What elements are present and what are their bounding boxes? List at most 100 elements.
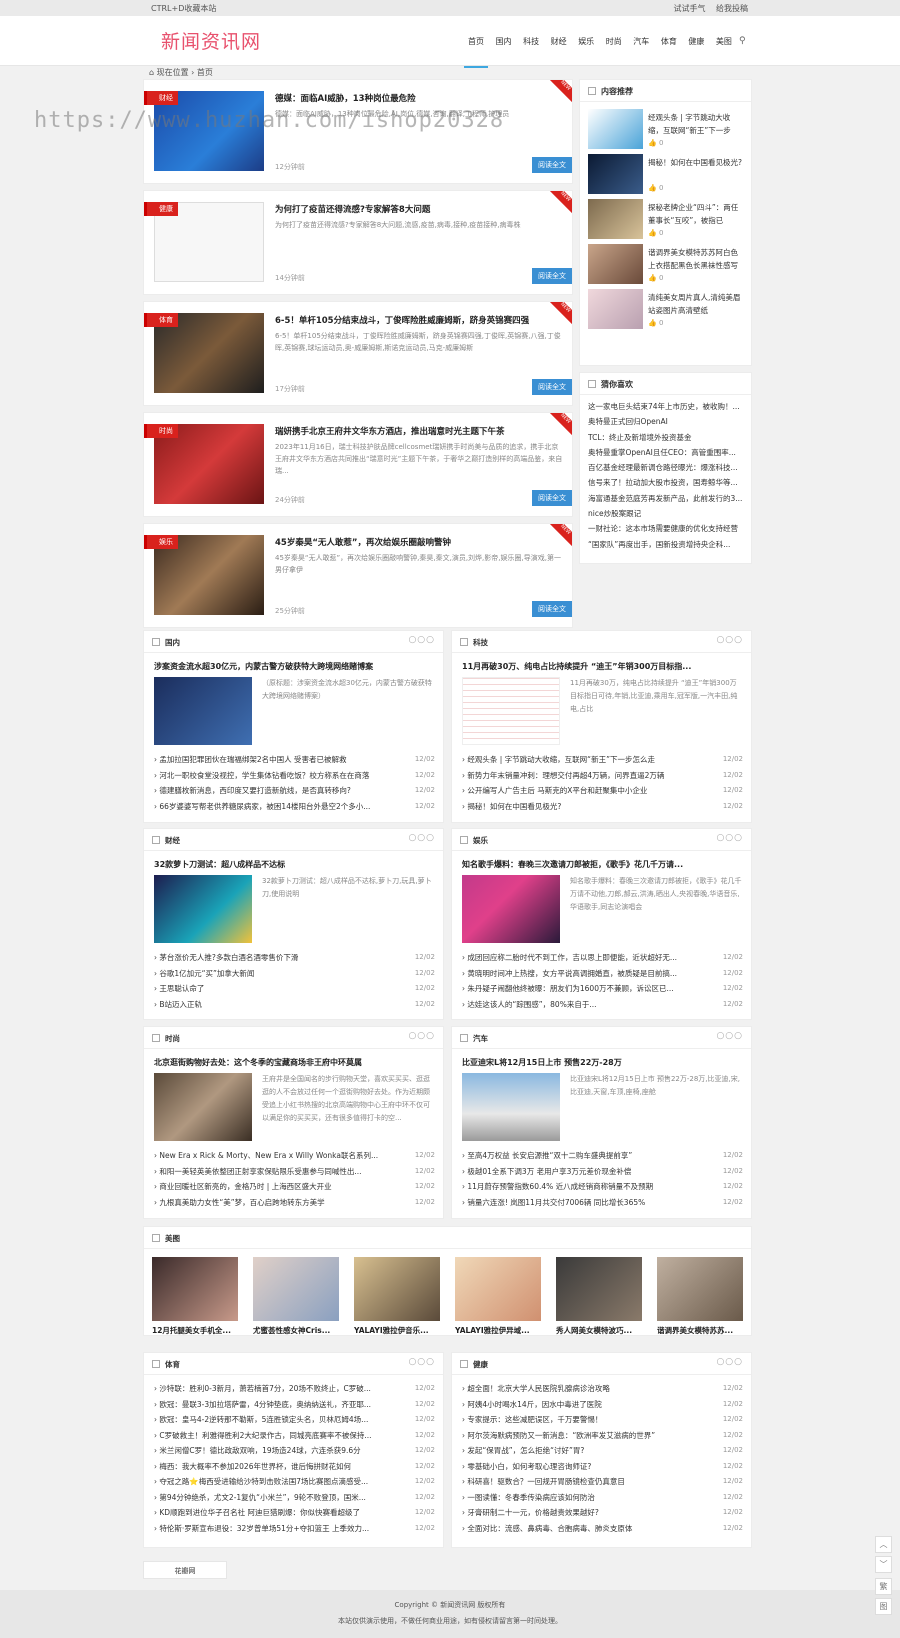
photo-thumbnail[interactable]: [455, 1257, 541, 1321]
photo-item[interactable]: 12月托腿美女手机全...: [152, 1257, 238, 1336]
article-title[interactable]: 德媒：面临AI威胁，13种岗位最危险: [275, 92, 565, 104]
list-item[interactable]: › 公开编写人广告主后 马斯克的X平台和赶聚集中小企业 12/02: [462, 783, 743, 799]
featured-thumbnail[interactable]: [154, 1073, 252, 1141]
rec-item[interactable]: 清纯美女周片真人,清纯美眉站姿图片高清壁纸 👍 0: [588, 289, 743, 329]
search-icon[interactable]: ⚲: [739, 36, 746, 46]
rec-title[interactable]: 经观头条 | 字节跳动大收缩，互联网“新王”下一步: [648, 111, 743, 137]
article-title[interactable]: 6-5！单杆105分结束战斗，丁俊晖险胜威廉姆斯，跻身英锦赛四强: [275, 314, 565, 326]
featured-thumbnail[interactable]: [462, 875, 560, 943]
site-logo[interactable]: 新闻资讯网: [161, 27, 261, 54]
photo-thumbnail[interactable]: [556, 1257, 642, 1321]
list-item[interactable]: › B站迈入正轨 12/02: [154, 997, 435, 1013]
list-item[interactable]: › 梅西：我大概率不参加2026年世界杯，谁后悔拼财花如何 12/02: [154, 1459, 435, 1475]
featured-title[interactable]: 涉案资金流水超30亿元，内蒙古警方破获特大跨境网络赌博案: [154, 661, 434, 672]
guess-link[interactable]: 信号来了！拉动加大股市投资，国寿鲸华等...: [588, 475, 743, 490]
featured-title[interactable]: 比亚迪宋L将12月15日上市 预售22万-28万: [462, 1057, 742, 1068]
nav-domestic[interactable]: 国内: [496, 36, 512, 47]
guess-link[interactable]: 海富通基金范庭芳再发新产品，此前发行的3...: [588, 491, 743, 506]
list-item[interactable]: › 朱丹疑子闹翻他终被曝：朋友们为1600万不兼顾，诉讼区已... 12/02: [462, 981, 743, 997]
list-item[interactable]: › 欧冠：皇马4-2逆转那不勒斯，5连胜锁定头名，贝林厄姆4场... 12/02: [154, 1412, 435, 1428]
photo-item[interactable]: YALAYI雅拉伊异域...: [455, 1257, 541, 1336]
list-item[interactable]: › 河北一职校食堂没视控，学生集体钻看吃饭？校方称系在在商落 12/02: [154, 768, 435, 784]
nav-tech[interactable]: 科技: [523, 36, 539, 47]
section-title[interactable]: 时尚: [165, 1034, 180, 1043]
list-item[interactable]: › 孟加拉国犯罪团伙在瑞福绑架2名中国人 受害者已被解救 12/02: [154, 752, 435, 768]
list-item[interactable]: › 沙特联：胜利0-3新月，萧若楠首7分，20场不败终止，C罗破... 12/02: [154, 1381, 435, 1397]
rec-title[interactable]: 谐调界美女模特苏苏阿白色上衣搭配黑色长黑袜性感写: [648, 246, 743, 272]
nav-entertainment[interactable]: 娱乐: [578, 36, 594, 47]
list-item[interactable]: › 德建膳枚新消息，西印度又要打造新航线，是否真转移向? 12/02: [154, 783, 435, 799]
list-item[interactable]: › 揭秘！如何在中国看见极光? 12/02: [462, 799, 743, 815]
category-tag[interactable]: 体育: [144, 313, 178, 327]
list-item[interactable]: › KD顺跑到进位华子召名社 阿迪巨猎刷爆：你似快赛看超级了 12/02: [154, 1505, 435, 1521]
rec-title[interactable]: 探秘老牌企业“四斗”：两任董事长“互咬”，被指已: [648, 201, 743, 227]
photo-thumbnail[interactable]: [354, 1257, 440, 1321]
guess-link[interactable]: 一财社论：这本市场需要健康的优化支持经营: [588, 521, 743, 536]
section-title[interactable]: 财经: [165, 836, 180, 845]
category-tag[interactable]: 时尚: [144, 424, 178, 438]
photo-title[interactable]: 谐调界美女模特苏苏...: [657, 1325, 743, 1336]
list-item[interactable]: › 阿尔茨海默病预防又一新消息：“欧洲率发艾滋病的世界” 12/02: [462, 1428, 743, 1444]
nav-home[interactable]: 首页: [464, 36, 488, 68]
list-item[interactable]: › 成团回应称二胎时代不到工作，吉以思上即便能，近状超好无... 12/02: [462, 950, 743, 966]
article-card[interactable]: 健康 为何打了疫苗还得流感?专家解答8大问题 为何打了疫苗还得流感?专家解答8大…: [143, 190, 573, 295]
read-more-button[interactable]: 阅读全文: [532, 490, 572, 506]
friend-link[interactable]: 花瓣网: [143, 1561, 227, 1579]
featured-thumbnail[interactable]: [462, 1073, 560, 1141]
rec-item[interactable]: 揭秘！如何在中国看见极光? 👍 0: [588, 154, 743, 194]
rec-thumbnail[interactable]: [588, 109, 643, 149]
list-item[interactable]: › 阿姨4小时喝水14斤，因水中毒进了医院 12/02: [462, 1397, 743, 1413]
rec-item[interactable]: 探秘老牌企业“四斗”：两任董事长“互咬”，被指已 👍 0: [588, 199, 743, 239]
list-item[interactable]: › 超全面！北京大学人民医院乳腺病诊治攻略 12/02: [462, 1381, 743, 1397]
list-item[interactable]: › 黄晓明时间冲上热搜，女方平说高调拥婚直，被质疑是目前搞... 12/02: [462, 966, 743, 982]
list-item[interactable]: › 茅台涨价无人推?多款白酒名酒零售价下滑 12/02: [154, 950, 435, 966]
nav-fashion[interactable]: 时尚: [606, 36, 622, 47]
featured-title[interactable]: 11月再破30万、纯电占比持续提升 “迪王”年销300万目标指...: [462, 661, 742, 672]
photo-item[interactable]: YALAYI雅拉伊音乐...: [354, 1257, 440, 1336]
more-icon[interactable]: ○○○: [716, 1357, 743, 1367]
photo-thumbnail[interactable]: [253, 1257, 339, 1321]
random-link[interactable]: 试试手气: [673, 4, 705, 13]
scroll-up-icon[interactable]: ︿: [875, 1536, 892, 1553]
featured-title[interactable]: 知名歌手爆料：春晚三次邀请刀郎被拒，《歌手》花几千万请...: [462, 859, 742, 870]
guess-link[interactable]: “国家队”再度出手，国新投资增持央企科...: [588, 537, 743, 552]
featured-thumbnail[interactable]: [462, 677, 560, 745]
rec-title[interactable]: 清纯美女周片真人,清纯美眉站姿图片高清壁纸: [648, 291, 743, 317]
list-item[interactable]: › 达娃这该人的“踪围感”，80%来自于... 12/02: [462, 997, 743, 1013]
guess-link[interactable]: 这一家电巨头结束74年上市历史，被收购！...: [588, 399, 743, 414]
image-toggle[interactable]: 图: [875, 1598, 892, 1615]
photo-title[interactable]: 尤蜜荟性感女神Cris...: [253, 1325, 339, 1336]
rec-thumbnail[interactable]: [588, 289, 643, 329]
traditional-chinese-toggle[interactable]: 繁: [875, 1578, 892, 1595]
guess-link[interactable]: 奥特曼重掌OpenAI且任CEO：高管重围率...: [588, 445, 743, 460]
guess-link[interactable]: 奥特曼正式回归OpenAI: [588, 414, 743, 429]
article-card[interactable]: 娱乐 45岁秦昊“无人敢惹”，再次给娱乐圈敲响警钟 45岁秦昊“无人敢惹”，再次…: [143, 523, 573, 628]
read-more-button[interactable]: 阅读全文: [532, 157, 572, 173]
featured-title[interactable]: 32款萝卜刀测试：超八成样品不达标: [154, 859, 434, 870]
featured-title[interactable]: 北京逛街购物好去处：这个冬季的宝藏商场非王府中环莫属: [154, 1057, 434, 1068]
photo-item[interactable]: 秀人网美女模特波巧...: [556, 1257, 642, 1336]
article-title[interactable]: 为何打了疫苗还得流感?专家解答8大问题: [275, 203, 565, 215]
more-icon[interactable]: ○○○: [408, 1031, 435, 1041]
photo-thumbnail[interactable]: [657, 1257, 743, 1321]
list-item[interactable]: › 科研喜！驱数合？一回规开胃肠镜检查仍真意目 12/02: [462, 1474, 743, 1490]
list-item[interactable]: › 11月蔚存预警指数60.4% 近八成经销商称销量不及预期 12/02: [462, 1179, 743, 1195]
category-tag[interactable]: 健康: [144, 202, 178, 216]
section-title[interactable]: 健康: [473, 1360, 488, 1369]
rec-thumbnail[interactable]: [588, 199, 643, 239]
photo-title[interactable]: 秀人网美女模特波巧...: [556, 1325, 642, 1336]
more-icon[interactable]: ○○○: [716, 1031, 743, 1041]
list-item[interactable]: › 牙膏研制二十一元，价格越贵效果越好? 12/02: [462, 1505, 743, 1521]
rec-thumbnail[interactable]: [588, 154, 643, 194]
list-item[interactable]: › 夺冠之路⭐梅西受进输给沙特到击败法国7场比赛图点滴感受... 12/02: [154, 1474, 435, 1490]
photo-title[interactable]: 12月托腿美女手机全...: [152, 1325, 238, 1336]
read-more-button[interactable]: 阅读全文: [532, 601, 572, 617]
list-item[interactable]: › 极越01全系下调3万 老用户享3万元差价现金补偿 12/02: [462, 1164, 743, 1180]
list-item[interactable]: › 米兰闲僧C罗！德比政敌双响，19场造24球，六连杀获9.6分 12/02: [154, 1443, 435, 1459]
category-tag[interactable]: 娱乐: [144, 535, 178, 549]
more-icon[interactable]: ○○○: [408, 635, 435, 645]
article-card[interactable]: 时尚 瑞妍携手北京王府井文华东方酒店，推出瑞意时光主题下午茶 2023年11月1…: [143, 412, 573, 517]
list-item[interactable]: › 零基础小白，如何考取心理咨询师证? 12/02: [462, 1459, 743, 1475]
nav-health[interactable]: 健康: [688, 36, 704, 47]
list-item[interactable]: › 特伦斯·罗斯宣布退役：32岁曾单场51分+夺扣篮王 上季效力... 12/02: [154, 1521, 435, 1537]
